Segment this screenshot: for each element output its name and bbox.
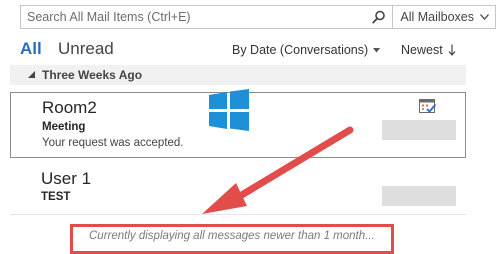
redacted-date	[382, 186, 456, 206]
group-header-label: Three Weeks Ago	[42, 68, 143, 82]
meeting-accepted-icon	[419, 99, 437, 113]
mailbox-scope-label: All Mailboxes	[400, 10, 474, 24]
sort-by-dropdown[interactable]: By Date (Conversations)	[232, 43, 381, 57]
mailbox-scope-dropdown[interactable]: All Mailboxes	[393, 6, 495, 28]
message-subject: Meeting	[42, 121, 86, 133]
sort-by-label: By Date (Conversations)	[232, 43, 369, 57]
search-button[interactable]	[366, 6, 392, 28]
filter-row: All Unread By Date (Conversations) Newes…	[20, 38, 490, 60]
mail-list-pane: All Mailboxes All Unread By Date (Conver…	[0, 0, 500, 254]
search-bar: All Mailboxes	[20, 5, 496, 29]
message-preview: Your request was accepted.	[42, 137, 184, 149]
windows-logo-icon	[209, 89, 249, 131]
group-header[interactable]: Three Weeks Ago	[10, 65, 466, 85]
message-item-selected[interactable]: Room2 Meeting Your request was accepted.	[10, 89, 466, 158]
message-item[interactable]: User 1 TEST	[10, 162, 466, 212]
search-input[interactable]	[21, 6, 367, 28]
tab-all[interactable]: All	[20, 39, 42, 59]
search-icon	[372, 10, 386, 24]
sort-order-button[interactable]: Newest	[401, 43, 456, 57]
message-subject: TEST	[41, 191, 71, 203]
caret-down-icon	[373, 47, 381, 52]
tab-unread[interactable]: Unread	[58, 39, 114, 59]
arrow-down-icon	[448, 44, 456, 56]
annotation-highlight-box	[70, 224, 394, 254]
sort-order-label: Newest	[401, 43, 443, 57]
collapse-triangle-icon	[28, 71, 35, 78]
message-sender: User 1	[41, 169, 92, 188]
list-divider	[10, 214, 466, 215]
redacted-date	[382, 120, 456, 140]
message-sender: Room2	[42, 98, 97, 117]
chevron-down-icon	[480, 14, 489, 20]
